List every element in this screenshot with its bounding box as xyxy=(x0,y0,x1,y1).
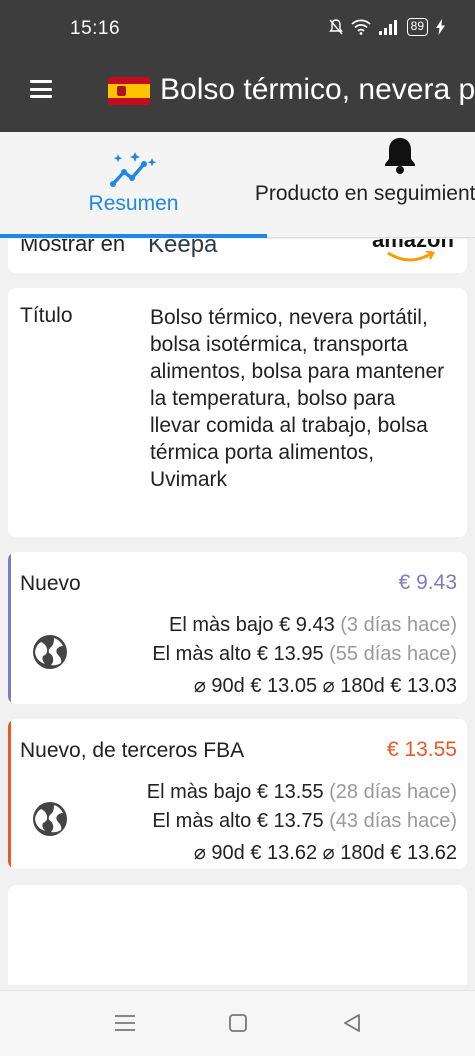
offer-average-row: ⌀ 90d € 13.05 ⌀ 180d € 13.03 xyxy=(193,675,457,697)
signal-icon xyxy=(378,19,397,35)
show-in-label: Mostrar en xyxy=(20,239,126,256)
bell-icon xyxy=(385,138,415,174)
offer-card-nuevo[interactable]: Nuevo € 9.43 El màs bajo € 9.43 (3 días … xyxy=(8,552,467,704)
highest-label: El màs alto xyxy=(152,643,252,665)
next-card xyxy=(8,885,467,985)
active-tab-indicator xyxy=(0,234,267,238)
back-icon[interactable] xyxy=(342,1013,362,1033)
mute-icon xyxy=(328,19,343,35)
charging-icon xyxy=(436,19,445,35)
lowest-value: € 9.43 xyxy=(279,614,335,636)
amazon-smile-icon xyxy=(387,251,435,262)
tab-bar: Resumen Producto en seguimiento xyxy=(0,132,475,238)
offer-name: Nuevo, de terceros FBA xyxy=(20,739,245,762)
tab-resumen[interactable]: Resumen xyxy=(0,132,267,238)
home-icon[interactable] xyxy=(228,1013,248,1033)
globe-icon xyxy=(33,802,67,836)
highest-value: € 13.95 xyxy=(256,643,324,665)
offer-color-stripe xyxy=(8,552,11,704)
highest-value: € 13.75 xyxy=(256,810,324,832)
tab-producto-en-seguimiento[interactable]: Producto en seguimiento xyxy=(255,132,475,238)
lowest-ago: (3 días hace) xyxy=(340,614,457,636)
offer-average-row: ⌀ 90d € 13.62 ⌀ 180d € 13.62 xyxy=(193,842,457,864)
lowest-label: El màs bajo xyxy=(169,614,274,636)
lowest-ago: (28 días hace) xyxy=(329,781,457,803)
lowest-value: € 13.55 xyxy=(256,781,324,803)
offer-color-stripe xyxy=(8,719,11,869)
system-nav-bar xyxy=(0,990,475,1056)
offer-lowest-row: El màs bajo € 13.55 (28 días hace) xyxy=(147,781,457,804)
offer-highest-row: El màs alto € 13.75 (43 días hace) xyxy=(152,810,457,833)
offer-name: Nuevo xyxy=(20,572,81,595)
tab-seguimiento-label: Producto en seguimiento xyxy=(254,182,475,205)
offer-highest-row: El màs alto € 13.95 (55 días hace) xyxy=(152,643,457,666)
title-card: Título Bolso térmico, nevera portátil, b… xyxy=(8,288,467,537)
title-label: Título xyxy=(20,304,73,327)
offer-lowest-row: El màs bajo € 9.43 (3 días hace) xyxy=(169,614,457,637)
highest-label: El màs alto xyxy=(152,810,252,832)
battery-indicator: 89 xyxy=(406,18,428,36)
keepa-logo[interactable]: Keepa xyxy=(148,239,217,259)
highest-ago: (55 días hace) xyxy=(329,643,457,665)
lowest-label: El màs bajo xyxy=(146,781,252,803)
offer-price: € 9.43 xyxy=(398,571,457,594)
app-bar: Bolso térmico, nevera p xyxy=(0,58,475,132)
recent-apps-icon[interactable] xyxy=(114,1013,136,1033)
show-in-card: Mostrar en Keepa amazon xyxy=(8,239,467,273)
status-time: 15:16 xyxy=(70,18,121,39)
offer-price: € 13.55 xyxy=(386,738,457,761)
tab-resumen-label: Resumen xyxy=(88,192,179,215)
highest-ago: (43 días hace) xyxy=(329,810,457,832)
globe-icon xyxy=(33,635,67,669)
status-icons: 89 xyxy=(328,18,445,36)
spain-flag-icon xyxy=(108,77,150,105)
hamburger-menu-icon[interactable] xyxy=(30,80,52,98)
status-bar: 15:16 89 xyxy=(0,0,475,58)
page-title: Bolso térmico, nevera p xyxy=(160,73,475,106)
title-value: Bolso térmico, nevera portátil, bolsa is… xyxy=(150,306,445,491)
wifi-icon xyxy=(351,19,371,35)
offer-card-fba[interactable]: Nuevo, de terceros FBA € 13.55 El màs ba… xyxy=(8,719,467,869)
chart-sparkle-icon xyxy=(110,152,157,187)
